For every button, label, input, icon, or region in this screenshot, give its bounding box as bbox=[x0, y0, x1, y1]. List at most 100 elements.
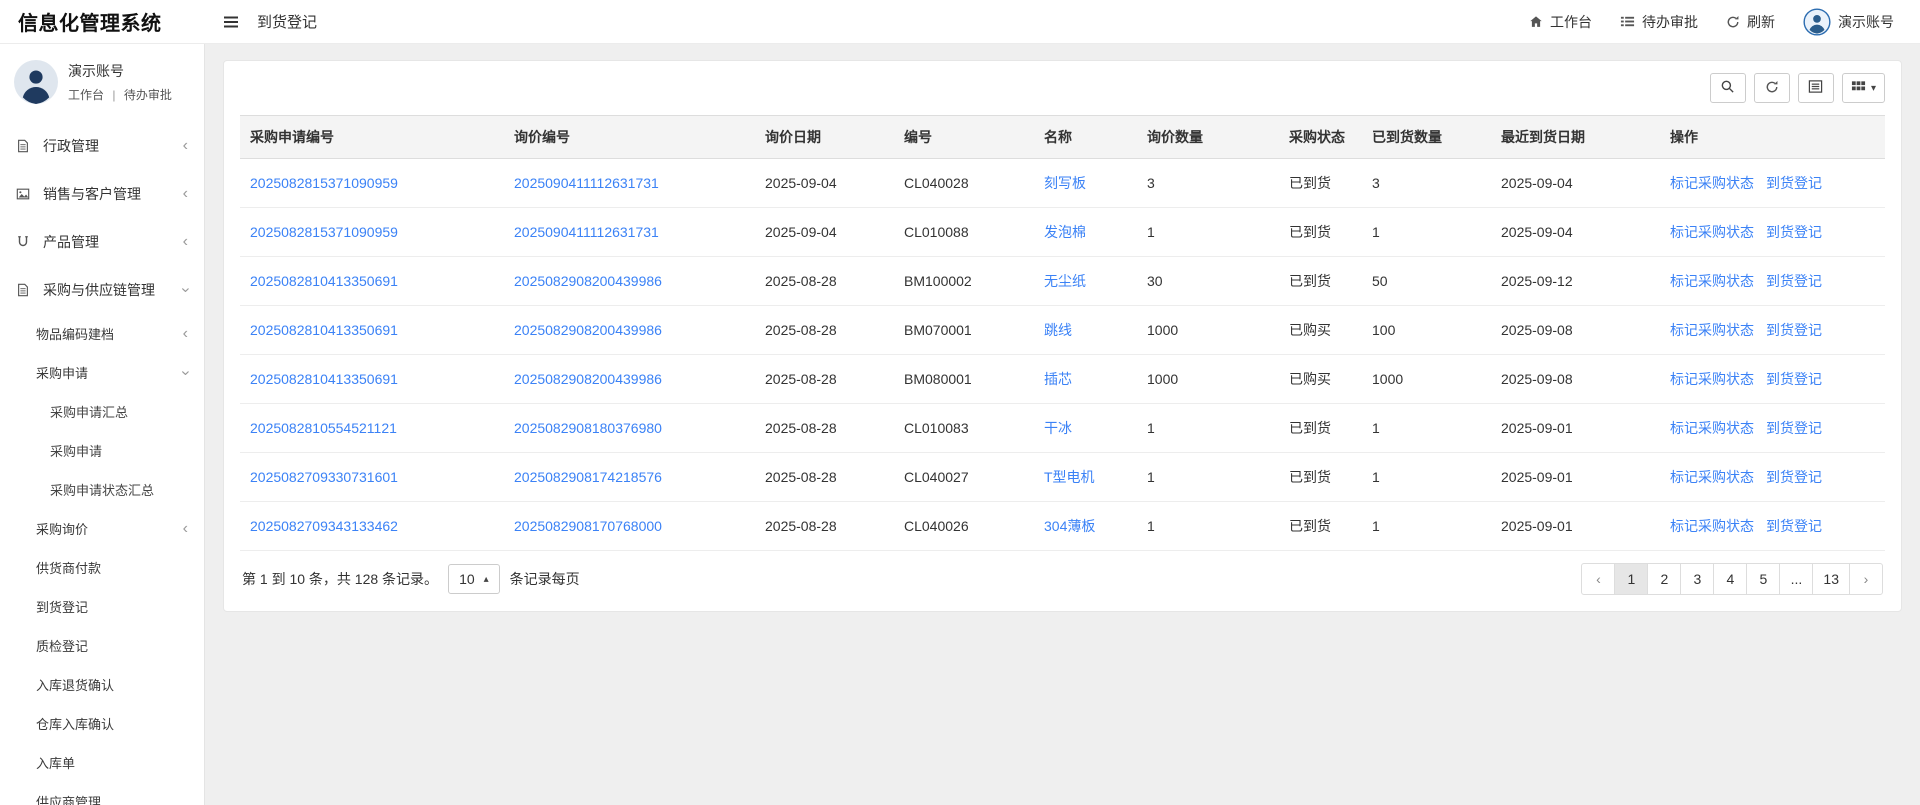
sidebar-item-product-management[interactable]: 产品管理‹ bbox=[0, 218, 204, 266]
table-row: 2025082709330731601202508290817421857620… bbox=[240, 453, 1885, 502]
mark-purchase-status-link[interactable]: 标记采购状态 bbox=[1670, 420, 1754, 436]
arrival-registration-link[interactable]: 到货登记 bbox=[1766, 469, 1822, 485]
sidebar-item-inbound-return-confirmation[interactable]: 入库退货确认 bbox=[0, 665, 204, 704]
inquiry-no-link[interactable]: 2025090411112631731 bbox=[514, 175, 659, 191]
table-row: 2025082815371090959202509041111263173120… bbox=[240, 208, 1885, 257]
purchase-request-no-link[interactable]: 2025082709343133462 bbox=[250, 518, 398, 534]
sidebar-item-item-coding[interactable]: 物品编码建档‹ bbox=[0, 314, 204, 353]
item-name-link[interactable]: T型电机 bbox=[1044, 469, 1095, 485]
cell-name: 发泡棉 bbox=[1034, 208, 1137, 257]
cell-inq_no: 2025082908170768000 bbox=[504, 502, 755, 551]
nav-workbench[interactable]: 工作台 bbox=[1529, 12, 1592, 32]
nav-pending-approvals[interactable]: 待办审批 bbox=[1620, 12, 1698, 32]
sidebar-item-supplier-management[interactable]: 供应商管理 bbox=[0, 782, 204, 805]
cell-inq_no: 2025082908180376980 bbox=[504, 404, 755, 453]
item-name-link[interactable]: 插芯 bbox=[1044, 371, 1072, 387]
arrival-registration-link[interactable]: 到货登记 bbox=[1766, 273, 1822, 289]
arrival-registration-link[interactable]: 到货登记 bbox=[1766, 322, 1822, 338]
detail-view-button[interactable] bbox=[1798, 73, 1834, 103]
item-name-link[interactable]: 刻写板 bbox=[1044, 175, 1086, 191]
nav-account[interactable]: 演示账号 bbox=[1803, 8, 1894, 36]
search-icon bbox=[1720, 79, 1735, 97]
columns-button[interactable]: ▾ bbox=[1842, 73, 1885, 103]
page-button-3[interactable]: 3 bbox=[1680, 563, 1714, 595]
item-name-link[interactable]: 干冰 bbox=[1044, 420, 1072, 436]
sidebar-item-label: 采购与供应链管理 bbox=[43, 280, 183, 300]
page-button-5[interactable]: 5 bbox=[1746, 563, 1780, 595]
sidebar-item-purchase-inquiry[interactable]: 采购询价‹ bbox=[0, 509, 204, 548]
separator: | bbox=[112, 88, 115, 102]
mark-purchase-status-link[interactable]: 标记采购状态 bbox=[1670, 371, 1754, 387]
purchase-request-no-link[interactable]: 2025082810413350691 bbox=[250, 273, 398, 289]
mark-purchase-status-link[interactable]: 标记采购状态 bbox=[1670, 273, 1754, 289]
sidebar-item-procurement-supply-chain[interactable]: 采购与供应链管理‹ bbox=[0, 266, 204, 314]
pagination: ‹12345...13› bbox=[1581, 563, 1883, 595]
sidebar-item-label: 入库单 bbox=[36, 753, 188, 772]
arrival-registration-link[interactable]: 到货登记 bbox=[1766, 420, 1822, 436]
refresh-button[interactable] bbox=[1754, 73, 1790, 103]
purchase-request-no-link[interactable]: 2025082810413350691 bbox=[250, 371, 398, 387]
sidebar-toggle-button[interactable] bbox=[219, 10, 243, 34]
inquiry-no-link[interactable]: 2025082908200439986 bbox=[514, 371, 662, 387]
sidebar-item-label: 产品管理 bbox=[43, 232, 183, 252]
cell-req_no: 2025082815371090959 bbox=[240, 159, 504, 208]
cell-actions: 标记采购状态到货登记 bbox=[1660, 159, 1885, 208]
item-name-link[interactable]: 发泡棉 bbox=[1044, 224, 1086, 240]
cell-actions: 标记采购状态到货登记 bbox=[1660, 208, 1885, 257]
user-link-pending-approvals[interactable]: 待办审批 bbox=[124, 88, 172, 102]
item-name-link[interactable]: 跳线 bbox=[1044, 322, 1072, 338]
next-page-button[interactable]: › bbox=[1849, 563, 1883, 595]
inquiry-no-link[interactable]: 2025082908170768000 bbox=[514, 518, 662, 534]
nav-refresh[interactable]: 刷新 bbox=[1726, 12, 1775, 32]
page-button-13[interactable]: 13 bbox=[1812, 563, 1850, 595]
cell-arrived: 1 bbox=[1362, 453, 1491, 502]
purchase-request-no-link[interactable]: 2025082815371090959 bbox=[250, 224, 398, 240]
cell-code: BM100002 bbox=[894, 257, 1034, 306]
arrival-registration-link[interactable]: 到货登记 bbox=[1766, 371, 1822, 387]
sidebar-item-sales-customer-management[interactable]: 销售与客户管理‹ bbox=[0, 170, 204, 218]
cell-actions: 标记采购状态到货登记 bbox=[1660, 404, 1885, 453]
purchase-request-no-link[interactable]: 2025082709330731601 bbox=[250, 469, 398, 485]
sidebar-item-purchase-request-summary[interactable]: 采购申请汇总 bbox=[0, 392, 204, 431]
cell-name: 跳线 bbox=[1034, 306, 1137, 355]
mark-purchase-status-link[interactable]: 标记采购状态 bbox=[1670, 224, 1754, 240]
inquiry-no-link[interactable]: 2025082908174218576 bbox=[514, 469, 662, 485]
item-name-link[interactable]: 304薄板 bbox=[1044, 518, 1095, 534]
sidebar-item-arrival-registration[interactable]: 到货登记 bbox=[0, 587, 204, 626]
page-size-select[interactable]: 10 ▴ bbox=[448, 564, 500, 594]
inquiry-no-link[interactable]: 2025090411112631731 bbox=[514, 224, 659, 240]
cell-qty: 30 bbox=[1137, 257, 1279, 306]
item-name-link[interactable]: 无尘纸 bbox=[1044, 273, 1086, 289]
mark-purchase-status-link[interactable]: 标记采购状态 bbox=[1670, 175, 1754, 191]
doc-icon bbox=[16, 139, 33, 153]
page-button-1[interactable]: 1 bbox=[1614, 563, 1648, 595]
search-button[interactable] bbox=[1710, 73, 1746, 103]
inquiry-no-link[interactable]: 2025082908200439986 bbox=[514, 273, 662, 289]
page-button-4[interactable]: 4 bbox=[1713, 563, 1747, 595]
mark-purchase-status-link[interactable]: 标记采购状态 bbox=[1670, 469, 1754, 485]
arrival-registration-link[interactable]: 到货登记 bbox=[1766, 175, 1822, 191]
sidebar-item-supplier-payment[interactable]: 供货商付款 bbox=[0, 548, 204, 587]
user-link-workbench[interactable]: 工作台 bbox=[68, 88, 104, 102]
inquiry-no-link[interactable]: 2025082908200439986 bbox=[514, 322, 662, 338]
sidebar-item-administration[interactable]: 行政管理‹ bbox=[0, 122, 204, 170]
arrival-registration-link[interactable]: 到货登记 bbox=[1766, 518, 1822, 534]
prev-page-button[interactable]: ‹ bbox=[1581, 563, 1615, 595]
sidebar-item-quality-inspection[interactable]: 质检登记 bbox=[0, 626, 204, 665]
cell-code: CL040028 bbox=[894, 159, 1034, 208]
sidebar-item-purchase-request-entry[interactable]: 采购申请 bbox=[0, 431, 204, 470]
purchase-request-no-link[interactable]: 2025082815371090959 bbox=[250, 175, 398, 191]
mark-purchase-status-link[interactable]: 标记采购状态 bbox=[1670, 518, 1754, 534]
sidebar-item-warehouse-inbound-confirmation[interactable]: 仓库入库确认 bbox=[0, 704, 204, 743]
pagination-summary: 第 1 到 10 条，共 128 条记录。 bbox=[242, 569, 438, 589]
sidebar-item-purchase-request-status-summary[interactable]: 采购申请状态汇总 bbox=[0, 470, 204, 509]
inquiry-no-link[interactable]: 2025082908180376980 bbox=[514, 420, 662, 436]
page-button-2[interactable]: 2 bbox=[1647, 563, 1681, 595]
sidebar-item-purchase-request[interactable]: 采购申请‹ bbox=[0, 353, 204, 392]
table-row: 2025082810413350691202508290820043998620… bbox=[240, 306, 1885, 355]
purchase-request-no-link[interactable]: 2025082810554521121 bbox=[250, 420, 397, 436]
purchase-request-no-link[interactable]: 2025082810413350691 bbox=[250, 322, 398, 338]
arrival-registration-link[interactable]: 到货登记 bbox=[1766, 224, 1822, 240]
sidebar-item-inbound-order[interactable]: 入库单 bbox=[0, 743, 204, 782]
mark-purchase-status-link[interactable]: 标记采购状态 bbox=[1670, 322, 1754, 338]
